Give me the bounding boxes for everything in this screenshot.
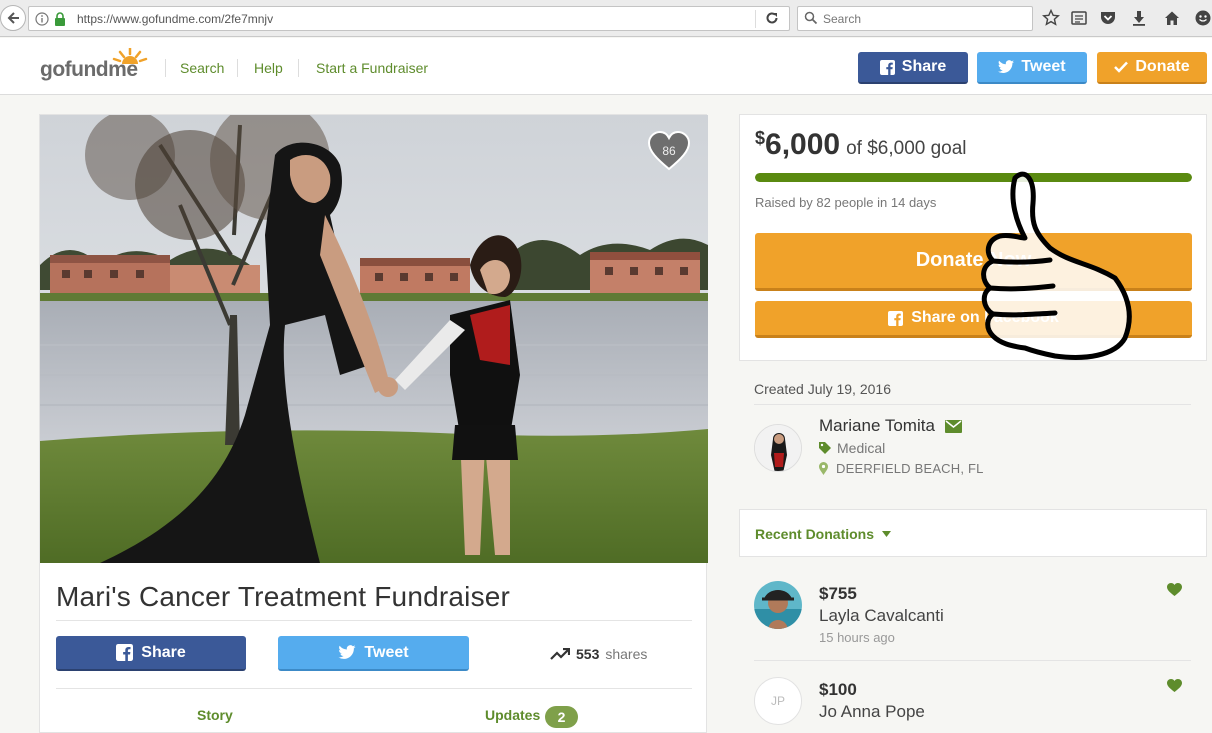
recent-donations-header: Recent Donations xyxy=(739,509,1207,557)
gofundme-logo[interactable]: gofundme xyxy=(40,48,150,84)
heart-count: 86 xyxy=(662,144,676,158)
smiley-icon[interactable] xyxy=(1194,9,1212,27)
url-divider xyxy=(755,10,756,28)
campaign-tweet-button[interactable]: Tweet xyxy=(278,636,469,671)
shares-label: shares xyxy=(605,646,648,662)
url-bar[interactable]: https://www.gofundme.com/2fe7mnjv xyxy=(28,6,790,31)
header-donate-label: Donate xyxy=(1135,58,1190,75)
home-icon[interactable] xyxy=(1163,9,1181,27)
back-arrow-icon xyxy=(7,12,19,24)
download-icon[interactable] xyxy=(1130,9,1148,27)
header-tweet-button[interactable]: Tweet xyxy=(977,52,1087,84)
nav-search-link[interactable]: Search xyxy=(180,60,224,76)
search-placeholder: Search xyxy=(823,12,862,26)
tab-updates[interactable]: Updates xyxy=(485,707,540,723)
donor-initials-avatar: JP xyxy=(754,677,802,725)
search-icon xyxy=(804,11,818,25)
created-date: Created July 19, 2016 xyxy=(754,381,891,397)
donor-name: Jo Anna Pope xyxy=(819,702,925,721)
reload-icon[interactable] xyxy=(764,10,780,26)
map-pin-icon xyxy=(819,462,828,475)
nav-help-link[interactable]: Help xyxy=(254,60,283,76)
facebook-icon xyxy=(888,310,904,326)
organizer-location-row: DEERFIELD BEACH, FL xyxy=(819,461,984,476)
organizer-avatar[interactable] xyxy=(754,424,802,472)
nav-divider xyxy=(237,59,238,77)
browser-search-input[interactable]: Search xyxy=(797,6,1033,31)
info-icon[interactable] xyxy=(35,12,49,26)
donor-avatar xyxy=(754,581,802,629)
donation-time: 15 hours ago xyxy=(819,630,895,645)
currency-symbol: $ xyxy=(755,128,766,148)
title-divider xyxy=(56,620,692,621)
header-share-label: Share xyxy=(901,58,947,75)
amount-raised: $ 6,000 of $6,000 goal xyxy=(755,128,967,162)
checkmark-icon xyxy=(1114,61,1129,73)
campaign-tweet-label: Tweet xyxy=(364,643,409,661)
back-button[interactable] xyxy=(0,5,26,31)
campaign-title: Mari's Cancer Treatment Fundraiser xyxy=(56,581,511,612)
recent-donations-title: Recent Donations xyxy=(755,526,875,542)
recent-donations-dropdown[interactable]: Recent Donations xyxy=(755,526,892,542)
heart-badge[interactable]: 86 xyxy=(647,130,691,171)
logo-text: gofundme xyxy=(40,58,138,81)
organizer-name[interactable]: Mariane Tomita xyxy=(819,416,935,436)
organizer-location: DEERFIELD BEACH, FL xyxy=(836,461,984,476)
shares-counter: 553 shares xyxy=(550,646,647,662)
donation-amount: $755 xyxy=(819,584,857,603)
facebook-icon xyxy=(879,59,895,75)
organizer-category[interactable]: Medical xyxy=(837,440,885,456)
donor-avatar-image xyxy=(754,581,802,629)
header-share-button[interactable]: Share xyxy=(858,52,968,84)
nav-divider xyxy=(298,59,299,77)
bookmark-star-icon[interactable] xyxy=(1042,9,1060,27)
twitter-icon xyxy=(998,60,1015,74)
goal-amount: of $6,000 goal xyxy=(846,138,967,159)
campaign-card: 86 Mari's Cancer Treatment Fundraiser Sh… xyxy=(39,114,708,733)
organizer-divider xyxy=(754,404,1191,405)
campaign-photo-illustration xyxy=(40,115,708,563)
nav-divider xyxy=(165,59,166,77)
campaign-share-label: Share xyxy=(141,643,186,661)
share-divider xyxy=(56,688,692,689)
updates-count-badge: 2 xyxy=(545,706,578,728)
campaign-photo: 86 xyxy=(40,115,708,563)
shares-count: 553 xyxy=(576,646,600,662)
nav-start-fundraiser-link[interactable]: Start a Fundraiser xyxy=(316,60,428,76)
trending-up-icon xyxy=(550,648,570,660)
lock-icon xyxy=(55,12,65,26)
pocket-icon[interactable] xyxy=(1099,9,1117,27)
raised-amount: 6,000 xyxy=(765,128,841,161)
organizer-category-row: Medical xyxy=(819,440,885,456)
campaign-share-button[interactable]: Share xyxy=(56,636,246,671)
donation-divider xyxy=(754,660,1191,661)
reading-list-icon[interactable] xyxy=(1070,9,1088,27)
thumbs-up-icon xyxy=(981,171,1132,360)
donor-initials: JP xyxy=(770,694,785,708)
donor-name: Layla Cavalcanti xyxy=(819,606,944,625)
heart-icon[interactable] xyxy=(1167,679,1182,692)
organizer-avatar-image xyxy=(755,425,801,471)
header-tweet-label: Tweet xyxy=(1021,58,1066,75)
tag-icon xyxy=(819,442,831,454)
organizer-name-row: Mariane Tomita xyxy=(819,416,962,436)
caret-down-icon xyxy=(882,531,892,537)
browser-toolbar: https://www.gofundme.com/2fe7mnjv Search xyxy=(0,0,1212,37)
donation-amount: $100 xyxy=(819,680,857,699)
facebook-icon xyxy=(116,644,134,661)
url-text: https://www.gofundme.com/2fe7mnjv xyxy=(77,12,274,26)
twitter-icon xyxy=(338,645,356,659)
heart-icon[interactable] xyxy=(1167,583,1182,596)
header-donate-button[interactable]: Donate xyxy=(1097,52,1207,84)
raised-by-text: Raised by 82 people in 14 days xyxy=(755,195,937,210)
site-header: gofundme Search Help Start a Fundraiser … xyxy=(0,38,1212,95)
envelope-icon[interactable] xyxy=(944,419,962,433)
tab-story[interactable]: Story xyxy=(197,707,233,723)
